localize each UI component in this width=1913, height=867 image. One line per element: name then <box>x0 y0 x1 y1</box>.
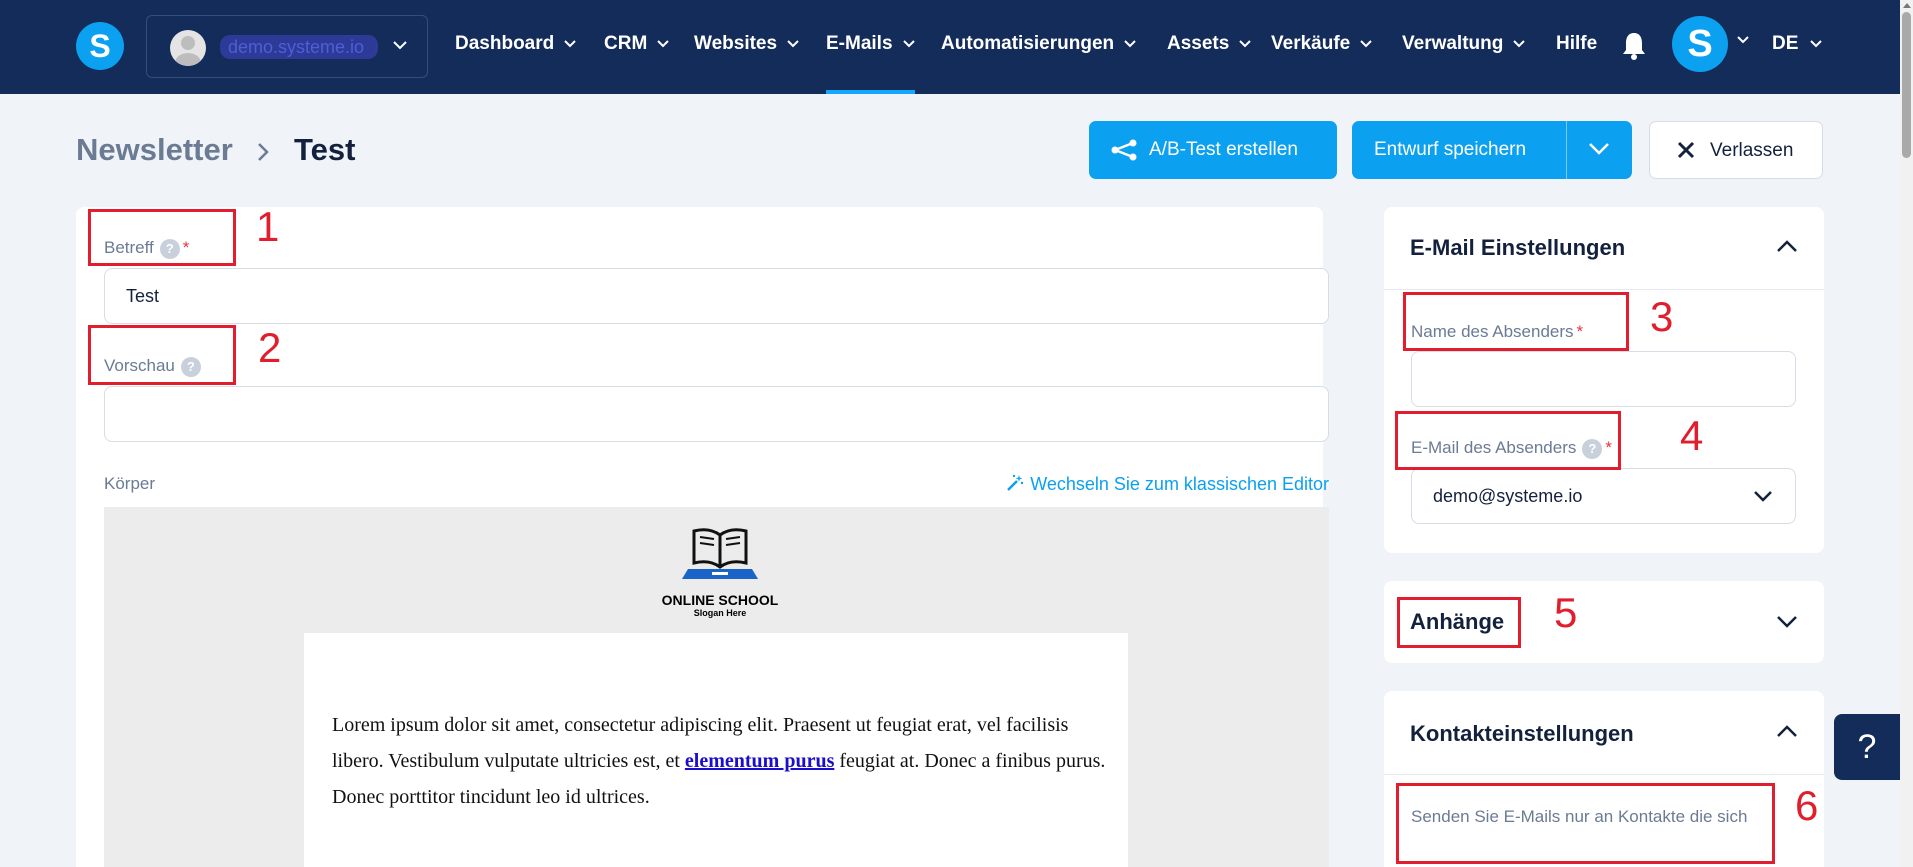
chevron-down-icon[interactable] <box>1737 36 1749 44</box>
chevron-down-icon <box>1754 491 1772 502</box>
chevron-down-icon <box>787 40 799 48</box>
annotation-number: 1 <box>256 203 280 250</box>
chevron-down-icon <box>1360 40 1372 48</box>
language-switcher[interactable]: DE <box>1772 0 1823 94</box>
email-content-block[interactable]: Lorem ipsum dolor sit amet, consectetur … <box>304 633 1128 867</box>
sender-email-value: demo@systeme.io <box>1433 486 1583 506</box>
annotation-number: 4 <box>1680 412 1704 459</box>
nav-assets-label: Assets <box>1167 33 1230 54</box>
chevron-down-icon <box>393 41 407 50</box>
top-navigation: S demo.systeme.io Dashboard CRM Websites… <box>0 0 1900 94</box>
section-divider <box>1384 774 1824 775</box>
language-label: DE <box>1772 33 1799 54</box>
annotation-number: 3 <box>1650 293 1674 340</box>
sender-name-input[interactable] <box>1411 351 1796 407</box>
nav-assets[interactable]: Assets <box>1167 0 1252 94</box>
contact-settings-title[interactable]: Kontakteinstellungen <box>1410 721 1634 747</box>
nav-sales[interactable]: Verkäufe <box>1271 0 1372 94</box>
logo-slogan: Slogan Here <box>693 608 747 618</box>
email-paragraph[interactable]: Lorem ipsum dolor sit amet, consectetur … <box>332 707 1112 815</box>
nav-websites-label: Websites <box>694 33 778 54</box>
account-switcher[interactable]: demo.systeme.io <box>146 15 428 78</box>
logo-title: ONLINE SCHOOL <box>661 592 779 608</box>
chevron-down-icon[interactable] <box>1588 141 1610 157</box>
chevron-down-icon <box>902 40 915 48</box>
nav-help-label: Hilfe <box>1556 33 1598 54</box>
scrollbar-thumb[interactable] <box>1902 12 1911 158</box>
chevron-down-icon <box>1513 40 1526 48</box>
subject-input[interactable]: Test <box>104 268 1329 324</box>
chevron-up-icon[interactable] <box>1776 239 1798 253</box>
chevron-down-icon <box>1124 40 1136 48</box>
chevron-down-icon <box>657 40 669 48</box>
scroll-up-arrow-icon[interactable] <box>1903 3 1911 8</box>
ab-test-button[interactable]: A/B-Test erstellen <box>1089 121 1337 179</box>
annotation-box-sender-email <box>1395 411 1621 470</box>
nav-administration[interactable]: Verwaltung <box>1402 0 1526 94</box>
close-icon <box>1677 141 1695 159</box>
nav-dashboard[interactable]: Dashboard <box>455 0 576 94</box>
save-draft-button[interactable]: Entwurf speichern <box>1352 121 1632 179</box>
page-title: Test <box>294 132 356 167</box>
chevron-down-icon <box>1810 40 1823 48</box>
breadcrumb-parent[interactable]: Newsletter <box>76 132 233 167</box>
sender-email-select[interactable]: demo@systeme.io <box>1411 468 1796 524</box>
online-school-logo: ONLINE SCHOOL Slogan Here <box>660 523 780 618</box>
split-test-icon <box>1111 139 1137 161</box>
leave-label: Verlassen <box>1710 140 1794 161</box>
nav-administration-label: Verwaltung <box>1402 33 1504 54</box>
nav-help[interactable]: Hilfe <box>1556 0 1597 94</box>
nav-emails[interactable]: E-Mails <box>826 0 915 94</box>
annotation-box-sender-name <box>1403 292 1629 351</box>
account-avatar <box>170 30 206 66</box>
paragraph-link[interactable]: elementum purus <box>685 750 834 772</box>
save-draft-label: Entwurf speichern <box>1374 139 1527 160</box>
ab-test-label: A/B-Test erstellen <box>1149 139 1298 160</box>
section-divider <box>1384 289 1824 290</box>
button-divider <box>1566 121 1567 179</box>
chevron-right-icon <box>258 142 270 161</box>
nav-automations[interactable]: Automatisierungen <box>941 0 1136 94</box>
systeme-logo[interactable]: S <box>76 22 124 70</box>
body-label: Körper <box>104 474 156 493</box>
annotation-number: 5 <box>1554 589 1578 636</box>
chevron-down-icon <box>1239 40 1252 48</box>
book-laptop-icon <box>682 528 758 579</box>
annotation-box-subject <box>88 209 236 266</box>
email-settings-title[interactable]: E-Mail Einstellungen <box>1410 235 1625 261</box>
magic-wand-icon <box>1007 474 1024 491</box>
nav-emails-label: E-Mails <box>826 33 893 54</box>
nav-crm-label: CRM <box>604 33 648 54</box>
breadcrumb: Newsletter Test <box>76 132 356 168</box>
email-body-editor[interactable]: ONLINE SCHOOL Slogan Here Lorem ipsum do… <box>104 507 1329 867</box>
chevron-down-icon <box>564 40 576 48</box>
user-avatar[interactable]: S <box>1672 16 1728 72</box>
page-scrollbar[interactable] <box>1900 0 1913 867</box>
annotation-number: 2 <box>258 324 282 371</box>
annotation-box-attachments <box>1397 597 1521 648</box>
switch-editor-label: Wechseln Sie zum klassischen Editor <box>1030 474 1329 494</box>
chevron-down-icon[interactable] <box>1776 615 1798 629</box>
annotation-number: 6 <box>1795 782 1819 829</box>
account-name: demo.systeme.io <box>220 35 378 59</box>
bell-icon[interactable] <box>1620 30 1648 60</box>
nav-dashboard-label: Dashboard <box>455 33 555 54</box>
preview-input[interactable] <box>104 386 1329 442</box>
nav-automations-label: Automatisierungen <box>941 33 1115 54</box>
annotation-box-preview <box>88 325 236 385</box>
chevron-up-icon[interactable] <box>1776 724 1798 738</box>
nav-crm[interactable]: CRM <box>604 0 669 94</box>
annotation-box-contact-settings <box>1396 783 1775 864</box>
help-chat-button[interactable]: ? <box>1834 714 1900 780</box>
nav-websites[interactable]: Websites <box>694 0 799 94</box>
nav-sales-label: Verkäufe <box>1271 33 1351 54</box>
leave-button[interactable]: Verlassen <box>1649 121 1823 179</box>
switch-editor-link[interactable]: Wechseln Sie zum klassischen Editor <box>1006 474 1329 495</box>
